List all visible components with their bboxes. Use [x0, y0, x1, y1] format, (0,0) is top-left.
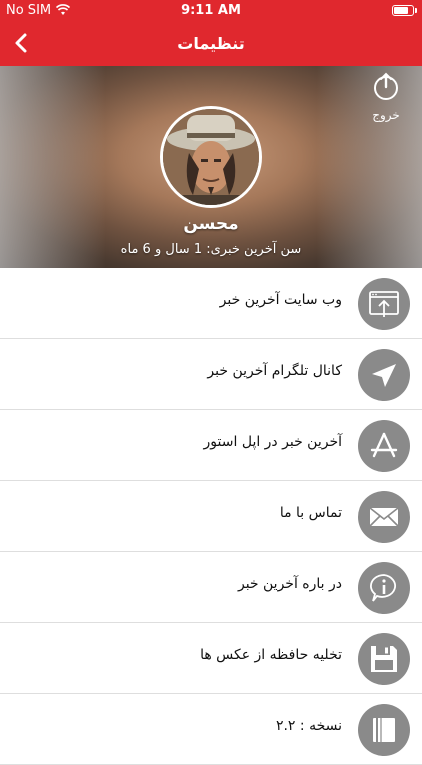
envelope-icon [358, 491, 410, 543]
menu-item-label: تخلیه حافظه از عکس ها [200, 647, 342, 663]
menu-item-label: در باره آخرین خبر [237, 576, 342, 592]
logout-label: خروج [372, 108, 400, 122]
menu-item-contact[interactable]: تماس با ما [0, 481, 422, 552]
profile-age: سن آخرین خبری: 1 سال و 6 ماه [120, 242, 302, 257]
menu-item-label: وب سایت آخرین خبر [219, 292, 342, 308]
profile-name: محسن [183, 214, 239, 234]
menu-item-label: آخرین خبر در اپل استور [203, 434, 342, 450]
menu-item-label: تماس با ما [279, 505, 342, 521]
send-icon [358, 349, 410, 401]
menu-item-label: کانال تلگرام آخرین خبر [207, 363, 342, 379]
page-title: تنظیمات [177, 34, 245, 53]
menu-item-clear-cache[interactable]: تخلیه حافظه از عکس ها [0, 623, 422, 694]
floppy-disk-icon [358, 633, 410, 685]
browser-upload-icon [358, 278, 410, 330]
clock: 9:11 AM [181, 3, 241, 18]
menu-item-label: نسخه : ۲.۲ [275, 718, 342, 734]
settings-menu: وب سایت آخرین خبر کانال تلگرام آخرین خبر… [0, 268, 422, 765]
status-bar: No SIM 9:11 AM [0, 0, 422, 22]
logout-button[interactable]: خروج [358, 72, 414, 132]
power-icon [374, 72, 398, 100]
menu-item-version: نسخه : ۲.۲ [0, 694, 422, 765]
info-icon [358, 562, 410, 614]
battery-icon [392, 5, 417, 16]
navigation-bar: تنظیمات [0, 22, 422, 66]
avatar[interactable] [160, 106, 262, 208]
menu-item-app-store[interactable]: آخرین خبر در اپل استور [0, 410, 422, 481]
app-store-icon [358, 420, 410, 472]
book-icon [358, 704, 410, 756]
menu-item-website[interactable]: وب سایت آخرین خبر [0, 268, 422, 339]
avatar-photo [163, 109, 259, 205]
profile-header: خروج محسن سن آخرین خبری: 1 سال و 6 ماه [0, 66, 422, 268]
menu-item-about[interactable]: در باره آخرین خبر [0, 552, 422, 623]
menu-item-telegram[interactable]: کانال تلگرام آخرین خبر [0, 339, 422, 410]
